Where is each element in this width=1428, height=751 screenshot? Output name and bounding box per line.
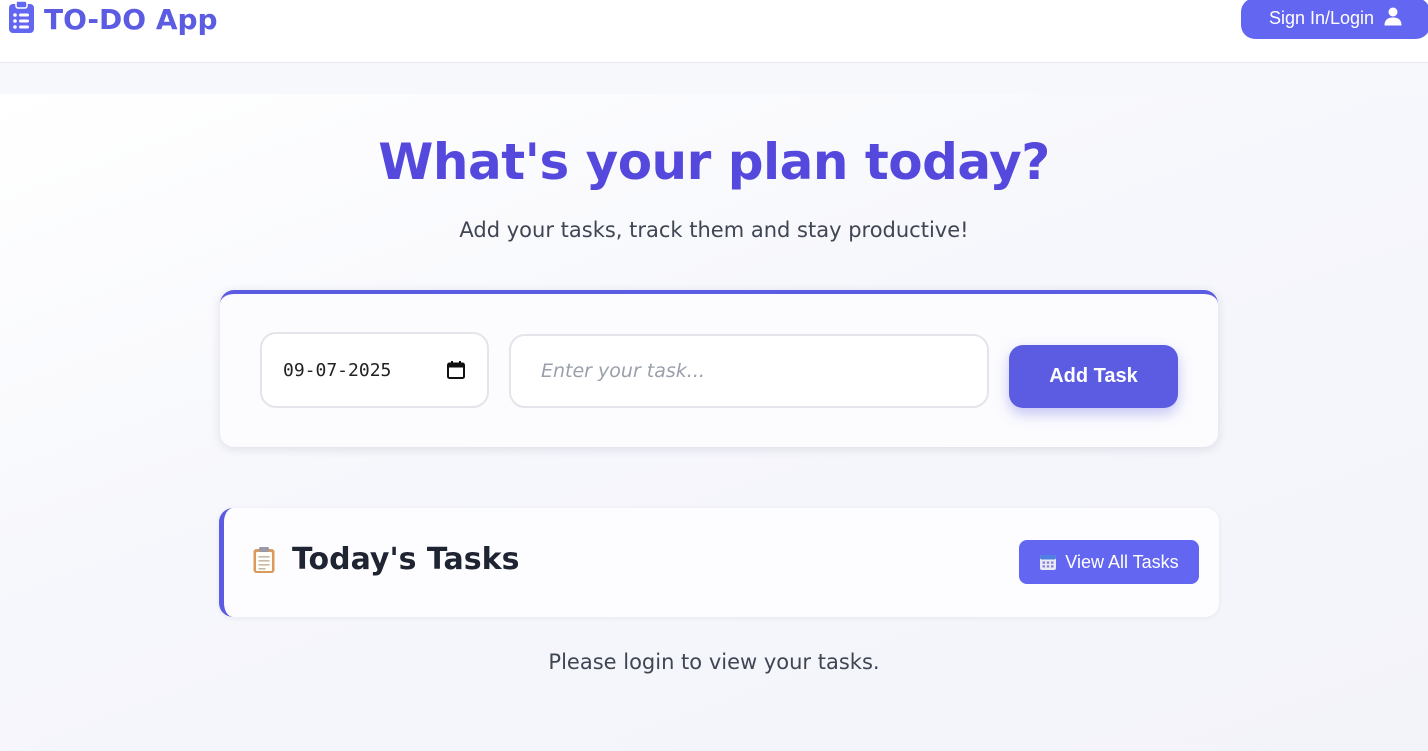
brand[interactable]: TO-DO App <box>8 0 218 38</box>
calendar-icon <box>1039 553 1057 571</box>
date-value: 09-07-2025 <box>283 359 392 381</box>
task-form-card: 09-07-2025 Add Task <box>220 290 1218 447</box>
todays-tasks-card: Today's Tasks View All Tasks <box>219 508 1219 617</box>
page-subtitle: Add your tasks, track them and stay prod… <box>459 218 969 242</box>
app-title: TO-DO App <box>44 2 218 36</box>
view-all-label: View All Tasks <box>1065 551 1179 572</box>
calendar-icon[interactable] <box>446 360 466 380</box>
page-headline: What's your plan today? <box>378 133 1050 191</box>
add-task-button[interactable]: Add Task <box>1009 345 1178 408</box>
user-icon <box>1384 7 1402 31</box>
clipboard-icon <box>252 546 276 574</box>
navbar: TO-DO App Sign In/Login <box>0 0 1428 63</box>
signin-label: Sign In/Login <box>1268 8 1375 28</box>
view-all-tasks-button[interactable]: View All Tasks <box>1019 540 1199 584</box>
date-input[interactable]: 09-07-2025 <box>260 332 489 408</box>
tasks-heading: Today's Tasks <box>252 542 519 577</box>
task-input[interactable] <box>509 334 989 408</box>
clipboard-list-icon <box>8 0 35 38</box>
tasks-title: Today's Tasks <box>292 542 520 577</box>
signin-button[interactable]: Sign In/Login <box>1241 0 1428 39</box>
login-message: Please login to view your tasks. <box>548 650 880 674</box>
